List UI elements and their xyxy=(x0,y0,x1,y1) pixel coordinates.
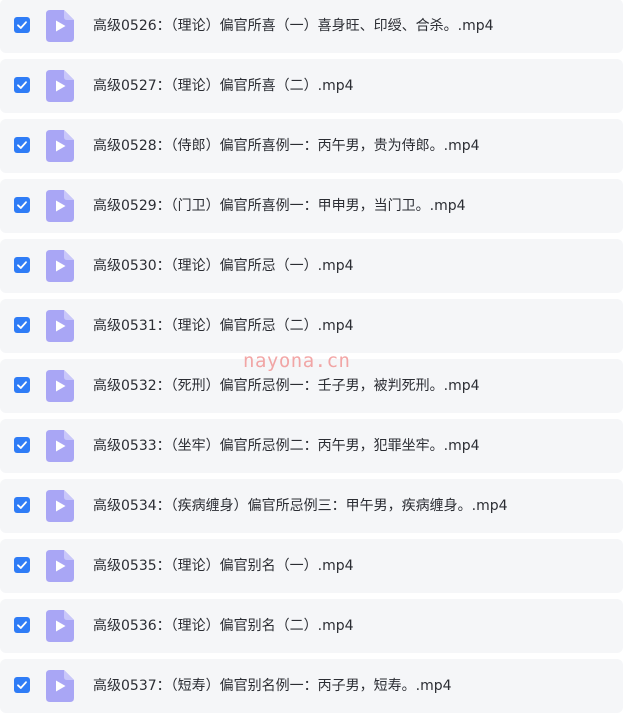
video-file-icon xyxy=(46,130,74,162)
file-checkbox[interactable] xyxy=(14,197,30,213)
file-checkbox[interactable] xyxy=(14,677,30,693)
file-checkbox[interactable] xyxy=(14,77,30,93)
file-row[interactable]: 高级0531：（理论）偏官所忌（二）.mp4 xyxy=(0,299,623,353)
file-name: 高级0537：（短寿）偏官别名例一：丙子男，短寿。.mp4 xyxy=(93,678,452,694)
file-row[interactable]: 高级0529：（门卫）偏官所喜例一：甲申男，当门卫。.mp4 xyxy=(0,179,623,233)
file-row[interactable]: 高级0527：（理论）偏官所喜（二）.mp4 xyxy=(0,59,623,113)
video-file-icon xyxy=(46,490,74,522)
file-name: 高级0535：（理论）偏官别名（一）.mp4 xyxy=(93,558,354,574)
checkmark-icon xyxy=(17,561,27,569)
file-checkbox[interactable] xyxy=(14,557,30,573)
checkmark-icon xyxy=(17,141,27,149)
file-name: 高级0530：（理论）偏官所忌（一）.mp4 xyxy=(93,258,354,274)
file-checkbox[interactable] xyxy=(14,17,30,33)
file-name: 高级0527：（理论）偏官所喜（二）.mp4 xyxy=(93,78,354,94)
checkmark-icon xyxy=(17,201,27,209)
checkmark-icon xyxy=(17,681,27,689)
file-checkbox[interactable] xyxy=(14,497,30,513)
video-file-icon xyxy=(46,310,74,342)
file-name: 高级0534：（疾病缠身）偏官所忌例三：甲午男，疾病缠身。.mp4 xyxy=(93,498,508,514)
file-row[interactable]: 高级0535：（理论）偏官别名（一）.mp4 xyxy=(0,539,623,593)
file-row[interactable]: 高级0532：（死刑）偏官所忌例一：壬子男，被判死刑。.mp4 xyxy=(0,359,623,413)
video-file-icon xyxy=(46,370,74,402)
file-name: 高级0528：（侍郎）偏官所喜例一：丙午男，贵为侍郎。.mp4 xyxy=(93,138,480,154)
checkmark-icon xyxy=(17,81,27,89)
file-row[interactable]: 高级0528：（侍郎）偏官所喜例一：丙午男，贵为侍郎。.mp4 xyxy=(0,119,623,173)
checkmark-icon xyxy=(17,21,27,29)
checkmark-icon xyxy=(17,621,27,629)
file-row[interactable]: 高级0530：（理论）偏官所忌（一）.mp4 xyxy=(0,239,623,293)
file-row[interactable]: 高级0536：（理论）偏官别名（二）.mp4 xyxy=(0,599,623,653)
file-row[interactable]: 高级0526：（理论）偏官所喜（一）喜身旺、印绶、合杀。.mp4 xyxy=(0,0,623,53)
checkmark-icon xyxy=(17,381,27,389)
file-checkbox[interactable] xyxy=(14,437,30,453)
file-checkbox[interactable] xyxy=(14,317,30,333)
checkmark-icon xyxy=(17,261,27,269)
file-name: 高级0536：（理论）偏官别名（二）.mp4 xyxy=(93,618,354,634)
file-name: 高级0532：（死刑）偏官所忌例一：壬子男，被判死刑。.mp4 xyxy=(93,378,480,394)
checkmark-icon xyxy=(17,321,27,329)
file-name: 高级0533：（坐牢）偏官所忌例二：丙午男，犯罪坐牢。.mp4 xyxy=(93,438,480,454)
video-file-icon xyxy=(46,250,74,282)
file-checkbox[interactable] xyxy=(14,137,30,153)
file-row[interactable]: 高级0534：（疾病缠身）偏官所忌例三：甲午男，疾病缠身。.mp4 xyxy=(0,479,623,533)
video-file-icon xyxy=(46,610,74,642)
file-row[interactable]: 高级0533：（坐牢）偏官所忌例二：丙午男，犯罪坐牢。.mp4 xyxy=(0,419,623,473)
file-row[interactable]: 高级0537：（短寿）偏官别名例一：丙子男，短寿。.mp4 xyxy=(0,659,623,713)
video-file-icon xyxy=(46,70,74,102)
file-checkbox[interactable] xyxy=(14,377,30,393)
video-file-icon xyxy=(46,430,74,462)
video-file-icon xyxy=(46,550,74,582)
checkmark-icon xyxy=(17,501,27,509)
file-checkbox[interactable] xyxy=(14,257,30,273)
video-file-icon xyxy=(46,670,74,702)
video-file-icon xyxy=(46,190,74,222)
file-name: 高级0526：（理论）偏官所喜（一）喜身旺、印绶、合杀。.mp4 xyxy=(93,18,494,34)
checkmark-icon xyxy=(17,441,27,449)
file-checkbox[interactable] xyxy=(14,617,30,633)
file-name: 高级0531：（理论）偏官所忌（二）.mp4 xyxy=(93,318,354,334)
file-name: 高级0529：（门卫）偏官所喜例一：甲申男，当门卫。.mp4 xyxy=(93,198,466,214)
video-file-icon xyxy=(46,10,74,42)
